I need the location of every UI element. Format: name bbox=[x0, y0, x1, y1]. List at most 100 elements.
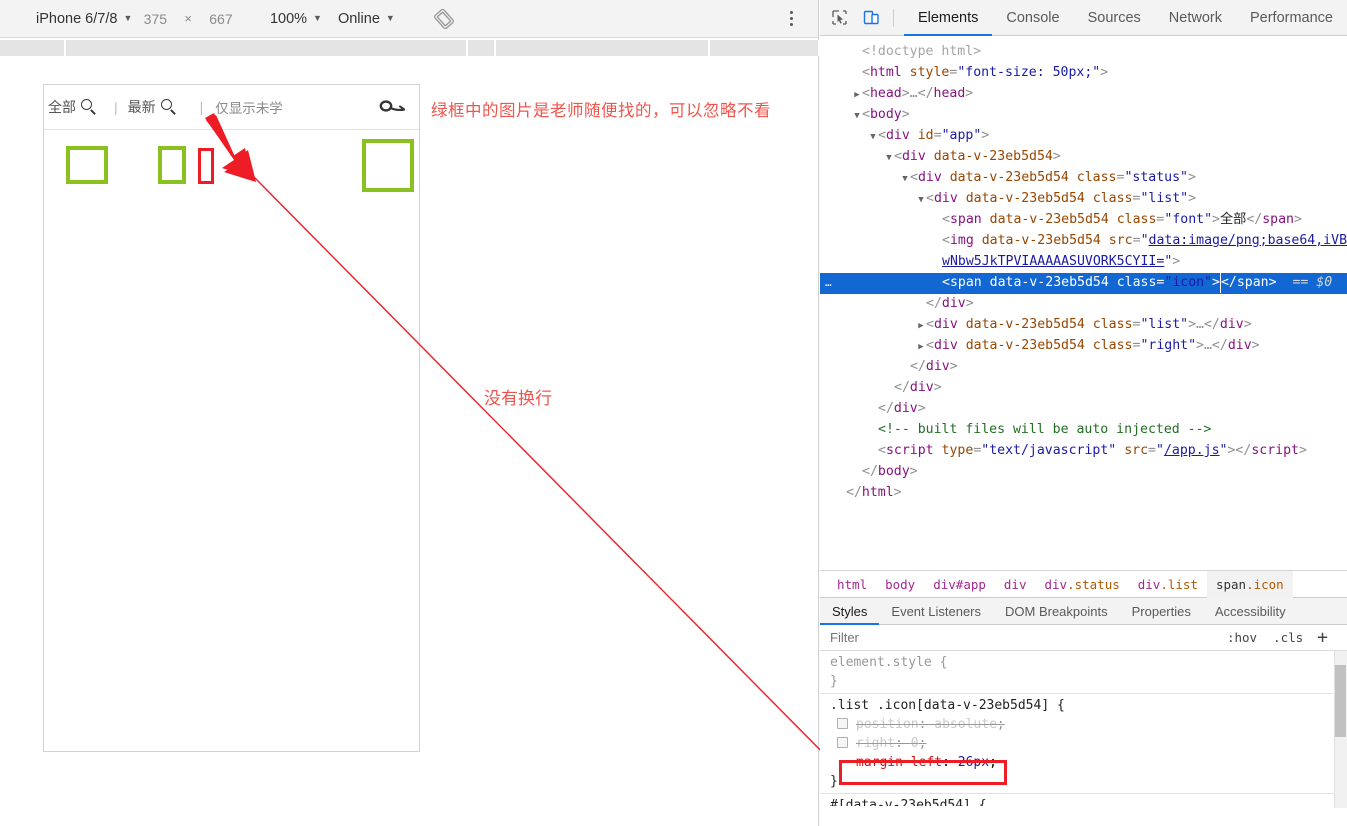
kebab-menu-icon[interactable] bbox=[778, 6, 804, 32]
css-rule[interactable]: .list .icon[data-v-23eb5d54] {…position:… bbox=[820, 694, 1347, 794]
device-viewport[interactable]: 全部 | 最新 | 仅显示未学 bbox=[43, 84, 420, 752]
disclosure-triangle[interactable] bbox=[900, 358, 910, 378]
css-selector[interactable]: element.style { bbox=[830, 653, 1347, 672]
disclosure-triangle[interactable] bbox=[852, 106, 862, 126]
disclosure-triangle[interactable] bbox=[836, 484, 846, 504]
dom-node-selected[interactable]: … <span data-v-23eb5d54 class="icon"> </s… bbox=[820, 273, 1347, 294]
device-selector[interactable]: iPhone 6/7/8 ▼ bbox=[36, 11, 132, 27]
tab-properties[interactable]: Properties bbox=[1120, 597, 1203, 625]
inspect-element-icon[interactable] bbox=[828, 4, 852, 32]
css-rule[interactable]: element.style {} bbox=[820, 651, 1347, 694]
breadcrumb[interactable]: html body div#app div div .status div .list span… bbox=[820, 570, 1347, 598]
disclosure-triangle[interactable] bbox=[932, 232, 942, 252]
disclosure-triangle[interactable] bbox=[852, 85, 862, 105]
disclosure-triangle[interactable] bbox=[932, 211, 942, 231]
styles-scrollbar-thumb[interactable] bbox=[1335, 665, 1346, 737]
styles-scrollbar-track[interactable] bbox=[1334, 651, 1347, 808]
breadcrumb-item[interactable]: body bbox=[876, 571, 924, 598]
search-sketch-image[interactable] bbox=[377, 98, 407, 116]
dom-node[interactable]: <!doctype html> bbox=[820, 42, 1347, 63]
dom-node[interactable]: </html> bbox=[820, 483, 1347, 504]
filter-label-unlearned[interactable]: 仅显示未学 bbox=[215, 97, 283, 117]
css-declaration[interactable]: margin-left: 26px; bbox=[830, 753, 1347, 772]
dom-node[interactable]: </div> bbox=[820, 357, 1347, 378]
disclosure-triangle[interactable] bbox=[916, 316, 926, 336]
css-declaration[interactable]: position: absolute; bbox=[830, 715, 1347, 734]
tab-sources[interactable]: Sources bbox=[1074, 0, 1155, 36]
disclosure-triangle[interactable] bbox=[868, 127, 878, 147]
separator-2: | bbox=[199, 99, 204, 115]
tab-network[interactable]: Network bbox=[1155, 0, 1236, 36]
disclosure-triangle[interactable] bbox=[884, 148, 894, 168]
declaration-checkbox[interactable] bbox=[837, 737, 848, 748]
search-icon[interactable] bbox=[160, 98, 178, 116]
new-style-rule-button[interactable]: + bbox=[1311, 628, 1334, 647]
viewport-height-input[interactable] bbox=[197, 9, 244, 28]
css-rule-close: } bbox=[830, 674, 838, 689]
dom-node[interactable]: <!-- built files will be auto injected -… bbox=[820, 420, 1347, 441]
filter-label-newest[interactable]: 最新 bbox=[128, 97, 156, 117]
css-declaration[interactable]: right: 0; bbox=[830, 734, 1347, 753]
dom-node[interactable]: <body> bbox=[820, 105, 1347, 126]
hover-state-button[interactable]: :hov bbox=[1219, 630, 1265, 645]
styles-pane[interactable]: element.style {} .list .icon[data-v-23eb5… bbox=[820, 651, 1347, 808]
dom-node[interactable]: <span data-v-23eb5d54 class="font">全部</s… bbox=[820, 210, 1347, 231]
breadcrumb-item[interactable]: div bbox=[995, 571, 1036, 598]
declaration-checkbox[interactable] bbox=[837, 718, 848, 729]
disclosure-triangle[interactable] bbox=[916, 190, 926, 210]
dom-node[interactable]: </div> bbox=[820, 294, 1347, 315]
breadcrumb-item[interactable]: span .icon bbox=[1206, 570, 1293, 598]
styles-filter-input[interactable] bbox=[820, 629, 1219, 646]
css-selector[interactable]: .list .icon[data-v-23eb5d54] { bbox=[830, 696, 1347, 715]
rotate-device-icon[interactable] bbox=[431, 6, 457, 32]
disclosure-triangle[interactable] bbox=[852, 64, 862, 84]
tab-console[interactable]: Console bbox=[992, 0, 1073, 36]
dom-node[interactable]: <div data-v-23eb5d54 class="list">…</div… bbox=[820, 315, 1347, 336]
tab-dom-breakpoints[interactable]: DOM Breakpoints bbox=[993, 597, 1120, 625]
disclosure-triangle[interactable] bbox=[932, 253, 942, 273]
device-toolbar-icon[interactable] bbox=[860, 4, 884, 32]
dom-node[interactable]: <div data-v-23eb5d54 class="right">…</di… bbox=[820, 336, 1347, 357]
disclosure-triangle[interactable] bbox=[868, 400, 878, 420]
disclosure-triangle[interactable] bbox=[900, 169, 910, 189]
element-classes-button[interactable]: .cls bbox=[1265, 630, 1311, 645]
dom-node[interactable]: </body> bbox=[820, 462, 1347, 483]
tab-performance[interactable]: Performance bbox=[1236, 0, 1347, 36]
tab-styles[interactable]: Styles bbox=[820, 597, 879, 625]
dom-node[interactable]: <img data-v-23eb5d54 src="data:image/png… bbox=[820, 231, 1347, 252]
dom-node[interactable]: <div data-v-23eb5d54> bbox=[820, 147, 1347, 168]
dom-node[interactable]: </div> bbox=[820, 378, 1347, 399]
disclosure-triangle[interactable] bbox=[932, 274, 942, 294]
breadcrumb-item[interactable]: div .list bbox=[1129, 571, 1207, 598]
dom-node[interactable]: <head>…</head> bbox=[820, 84, 1347, 105]
tab-event-listeners[interactable]: Event Listeners bbox=[879, 597, 993, 625]
disclosure-triangle[interactable] bbox=[916, 295, 926, 315]
node-ellipsis-badge[interactable]: … bbox=[822, 276, 835, 289]
dom-node[interactable]: </div> bbox=[820, 399, 1347, 420]
dom-node[interactable]: <html style="font-size: 50px;"> bbox=[820, 63, 1347, 84]
disclosure-triangle[interactable] bbox=[852, 43, 862, 63]
filter-label-all[interactable]: 全部 bbox=[48, 97, 76, 117]
disclosure-triangle[interactable] bbox=[916, 337, 926, 357]
tab-accessibility[interactable]: Accessibility bbox=[1203, 597, 1298, 625]
dom-tree[interactable]: <!doctype html> <html style="font-size: 5… bbox=[820, 36, 1347, 570]
disclosure-triangle[interactable] bbox=[868, 442, 878, 462]
media-query-ruler[interactable] bbox=[0, 38, 818, 58]
css-rule-partial[interactable]: #[data-v-23eb5d54] { bbox=[820, 794, 1347, 806]
dom-node[interactable]: <div data-v-23eb5d54 class="list"> bbox=[820, 189, 1347, 210]
dom-node[interactable]: <div id="app"> bbox=[820, 126, 1347, 147]
disclosure-triangle[interactable] bbox=[884, 379, 894, 399]
tab-elements[interactable]: Elements bbox=[904, 0, 992, 36]
disclosure-triangle[interactable] bbox=[868, 421, 878, 441]
dom-node[interactable]: <div data-v-23eb5d54 class="status"> bbox=[820, 168, 1347, 189]
breadcrumb-item[interactable]: html bbox=[828, 571, 876, 598]
disclosure-triangle[interactable] bbox=[852, 463, 862, 483]
zoom-selector[interactable]: 100% ▼ bbox=[270, 11, 322, 27]
network-throttling-selector[interactable]: Online ▼ bbox=[338, 11, 395, 27]
dom-node[interactable]: <script type="text/javascript" src="/app… bbox=[820, 441, 1347, 462]
breadcrumb-item[interactable]: div .status bbox=[1035, 571, 1128, 598]
breadcrumb-item[interactable]: div#app bbox=[924, 571, 995, 598]
dom-node[interactable]: wNbw5JkTPVIAAAAASUVORK5CYII="> bbox=[820, 252, 1347, 273]
viewport-width-input[interactable] bbox=[132, 9, 179, 28]
search-icon[interactable] bbox=[80, 98, 98, 116]
